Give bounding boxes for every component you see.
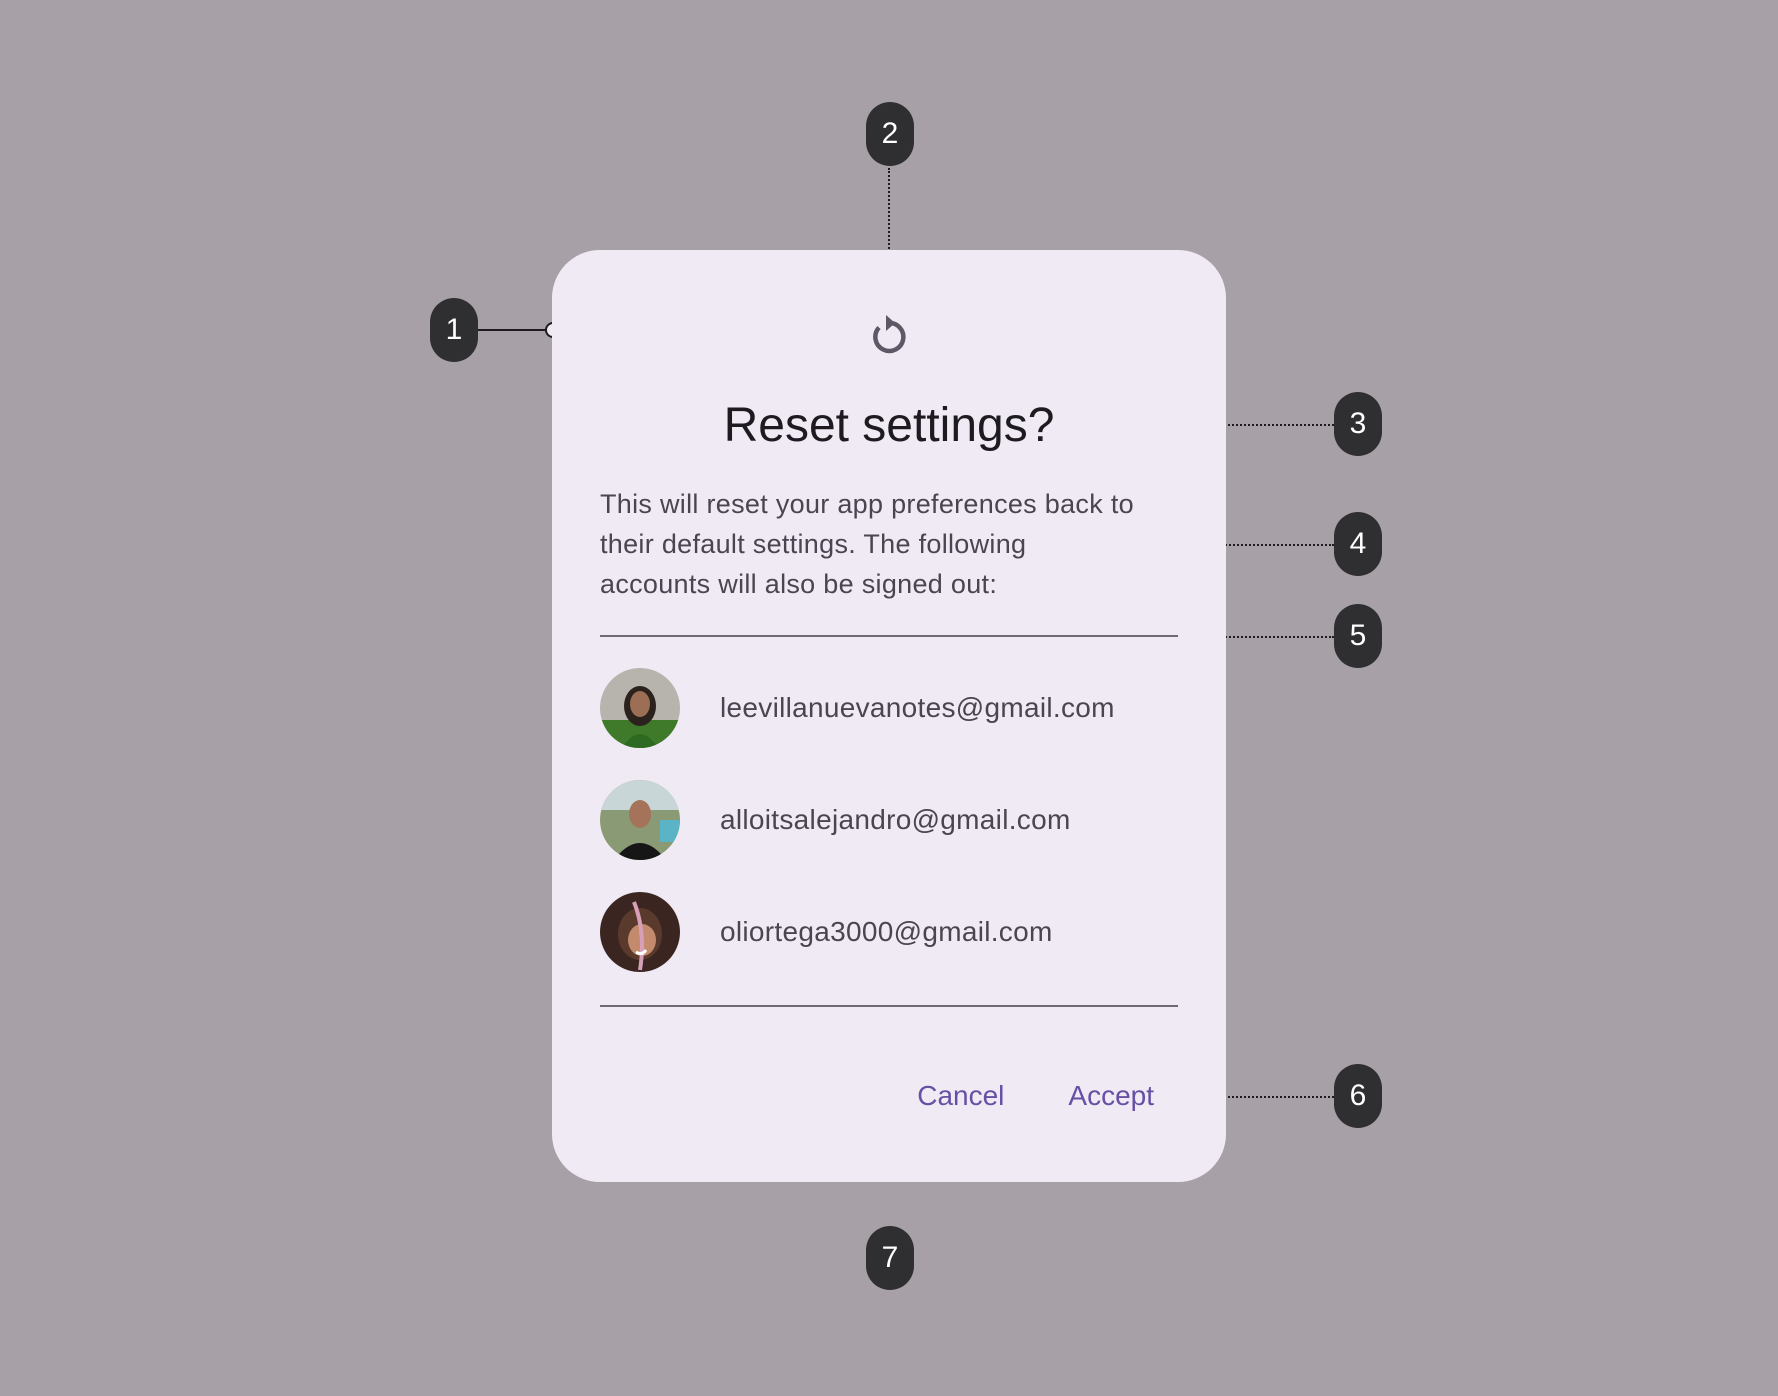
annotation-line-1 — [478, 329, 550, 331]
account-email: leevillanuevanotes@gmail.com — [720, 692, 1115, 723]
account-list: leevillanuevanotes@gmail.com alloitsalej… — [600, 668, 1178, 1004]
avatar — [600, 892, 680, 972]
annotation-marker-5: 5 — [1334, 604, 1382, 668]
annotation-marker-2: 2 — [866, 102, 914, 166]
annotation-marker-6: 6 — [1334, 1064, 1382, 1128]
avatar — [600, 668, 680, 748]
annotation-marker-3: 3 — [1334, 392, 1382, 456]
divider-bottom — [600, 1005, 1178, 1007]
account-email: alloitsalejandro@gmail.com — [720, 804, 1071, 835]
list-item: oliortega3000@gmail.com — [600, 892, 1178, 972]
account-email: oliortega3000@gmail.com — [720, 916, 1053, 947]
cancel-button[interactable]: Cancel — [917, 1076, 1004, 1116]
reset-icon — [873, 315, 906, 354]
reset-settings-dialog: Reset settings? This will reset your app… — [552, 250, 1226, 1182]
dialog-supporting-text: This will reset your app preferences bac… — [600, 489, 1134, 599]
avatar — [600, 780, 680, 860]
accept-button[interactable]: Accept — [1068, 1076, 1154, 1116]
list-item: alloitsalejandro@gmail.com — [600, 780, 1178, 860]
annotation-marker-4: 4 — [1334, 512, 1382, 576]
dialog-title: Reset settings? — [723, 399, 1055, 452]
annotation-marker-7: 7 — [866, 1226, 914, 1290]
list-item: leevillanuevanotes@gmail.com — [600, 668, 1178, 748]
annotation-marker-1: 1 — [430, 298, 478, 362]
divider-top — [600, 635, 1178, 637]
dialog-actions: Cancel Accept — [917, 1076, 1154, 1116]
